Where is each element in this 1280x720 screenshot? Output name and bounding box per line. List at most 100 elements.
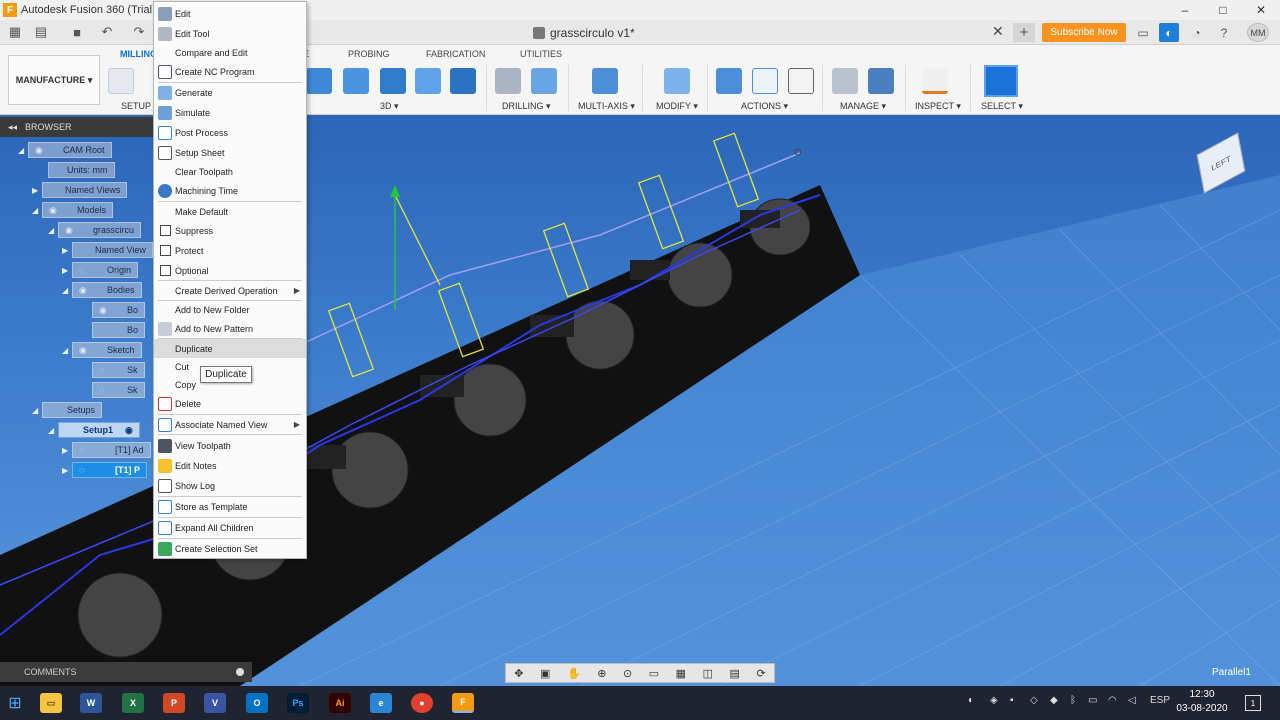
group-manage[interactable]: MANAGE ▾	[840, 101, 886, 112]
expand-arrow-icon[interactable]: ▶	[62, 446, 72, 455]
viewports-icon[interactable]: ◫	[703, 667, 713, 680]
menu-item-add-to-new-folder[interactable]: Add to New Folder	[154, 300, 306, 319]
tab-milling[interactable]: MILLING	[120, 49, 157, 59]
expand-arrow-icon[interactable]: ◢	[48, 426, 58, 435]
browser-header[interactable]: ◂◂ BROWSER	[0, 117, 160, 137]
language-indicator[interactable]: ESP	[1150, 695, 1170, 706]
setup-sheet-icon[interactable]	[788, 68, 814, 94]
parallel-icon[interactable]	[415, 68, 441, 94]
dropbox-icon[interactable]: ◆	[1050, 695, 1058, 706]
tree-item-setup1[interactable]: ◢ Setup1 ◉	[48, 421, 140, 439]
menu-item-expand-all-children[interactable]: Expand All Children	[154, 518, 306, 537]
volume-icon[interactable]: ◁	[1128, 695, 1136, 706]
battery-icon[interactable]: ▭	[1088, 695, 1097, 706]
expand-arrow-icon[interactable]: ▶	[32, 186, 42, 195]
menu-item-delete[interactable]: Delete	[154, 394, 306, 413]
document-tab[interactable]: grasscirculo v1*	[533, 23, 635, 43]
tree-item-sketches[interactable]: ◢ ◉ Sketch	[62, 341, 142, 359]
close-tab-icon[interactable]: ✕	[992, 23, 1004, 40]
optional-checkbox[interactable]	[160, 265, 171, 276]
scallop-icon[interactable]	[450, 68, 476, 94]
visio-icon[interactable]: V	[204, 693, 226, 713]
expand-arrow-icon[interactable]: ◢	[62, 346, 72, 355]
menu-item-optional[interactable]: Optional	[154, 261, 306, 280]
measure-icon[interactable]	[922, 68, 948, 94]
notifications-icon[interactable]: 1	[1245, 695, 1261, 711]
expand-arrow-icon[interactable]: ◢	[62, 286, 72, 295]
menu-item-edit-tool[interactable]: Edit Tool	[154, 24, 306, 43]
maximize-button[interactable]: □	[1204, 0, 1242, 20]
tab-utilities[interactable]: UTILITIES	[520, 49, 562, 59]
machine-library-icon[interactable]	[868, 68, 894, 94]
menu-item-add-to-new-pattern[interactable]: Add to New Pattern	[154, 319, 306, 338]
section-icon[interactable]: ▤	[730, 667, 740, 680]
refresh-icon[interactable]: ⟳	[756, 667, 765, 680]
menu-item-store-as-template[interactable]: Store as Template	[154, 497, 306, 516]
group-inspect[interactable]: INSPECT ▾	[915, 101, 961, 112]
undo-icon[interactable]: ↶	[98, 24, 116, 40]
menu-item-edit-notes[interactable]: Edit Notes	[154, 456, 306, 475]
eye-icon[interactable]: ◉	[49, 205, 63, 216]
word-icon[interactable]: W	[80, 693, 102, 713]
tree-item-sketch-2[interactable]: ◌ Sk	[92, 381, 145, 399]
user-avatar[interactable]: MM	[1247, 23, 1269, 42]
expand-arrow-icon[interactable]: ◢	[32, 406, 42, 415]
menu-item-view-toolpath[interactable]: View Toolpath	[154, 436, 306, 455]
tray-app-icon[interactable]: ◐	[968, 695, 974, 706]
security-icon[interactable]: ◇	[1030, 695, 1038, 706]
multi-axis-icon[interactable]	[592, 68, 618, 94]
eye-icon[interactable]: ◌	[79, 445, 93, 455]
zoom-icon[interactable]: ⊕	[597, 667, 606, 680]
zoom-window-icon[interactable]: ⊙	[623, 667, 632, 680]
menu-item-setup-sheet[interactable]: Setup Sheet	[154, 143, 306, 162]
adaptive-clearing-icon[interactable]	[306, 68, 332, 94]
menu-item-show-log[interactable]: Show Log	[154, 476, 306, 495]
grid-menu-icon[interactable]: ▦	[6, 24, 24, 40]
menu-item-create-selection-set[interactable]: Create Selection Set	[154, 539, 306, 558]
menu-item-clear-toolpath[interactable]: Clear Toolpath	[154, 162, 306, 181]
save-icon[interactable]: ■	[68, 24, 86, 40]
tool-library-icon[interactable]	[832, 68, 858, 94]
tab-fabrication[interactable]: FABRICATION	[426, 49, 485, 59]
collapse-browser-icon[interactable]: ◂◂	[8, 122, 17, 133]
group-3d[interactable]: 3D ▾	[380, 101, 399, 112]
close-window-button[interactable]: ✕	[1242, 0, 1280, 20]
comments-panel[interactable]: COMMENTS	[0, 662, 252, 682]
tree-item-units[interactable]: Units: mm	[48, 161, 115, 179]
tab-probing[interactable]: PROBING	[348, 49, 390, 59]
drill-icon[interactable]	[495, 68, 521, 94]
contour-icon[interactable]	[380, 68, 406, 94]
file-explorer-icon[interactable]: ▭	[40, 693, 62, 713]
menu-item-create-derived-operation[interactable]: Create Derived Operation ▶	[154, 281, 306, 300]
menu-item-post-process[interactable]: Post Process	[154, 123, 306, 142]
jobs-status-icon[interactable]: ◔	[1187, 23, 1207, 42]
group-multi-axis[interactable]: MULTI-AXIS ▾	[578, 101, 635, 112]
group-modify[interactable]: MODIFY ▾	[656, 101, 698, 112]
group-actions[interactable]: ACTIONS ▾	[741, 101, 788, 112]
expand-arrow-icon[interactable]: ◢	[48, 226, 58, 235]
setup-folder-icon[interactable]	[108, 68, 134, 94]
suppress-checkbox[interactable]	[160, 225, 171, 236]
internet-explorer-icon[interactable]: e	[370, 693, 392, 713]
fusion-taskbar-icon[interactable]: F	[452, 693, 474, 713]
eye-icon[interactable]: ◉	[65, 225, 79, 236]
menu-item-edit[interactable]: Edit	[154, 4, 306, 23]
eye-icon[interactable]: ◉	[79, 345, 93, 356]
group-drilling[interactable]: DRILLING ▾	[502, 101, 551, 112]
minimize-button[interactable]: –	[1166, 0, 1204, 20]
outlook-icon[interactable]: O	[246, 693, 268, 713]
photoshop-icon[interactable]: Ps	[287, 693, 309, 713]
subscribe-button[interactable]: Subscribe Now	[1042, 23, 1126, 42]
illustrator-icon[interactable]: Ai	[329, 693, 351, 713]
chrome-icon[interactable]: ●	[411, 693, 433, 713]
protect-checkbox[interactable]	[160, 245, 171, 256]
eye-icon[interactable]: ◌	[99, 385, 113, 395]
workspace-switcher[interactable]: MANUFACTURE ▾	[8, 55, 100, 105]
system-clock[interactable]: 12:30 03-08-2020	[1172, 688, 1232, 716]
menu-item-duplicate[interactable]: Duplicate	[154, 339, 306, 358]
eye-icon[interactable]: ◉	[79, 285, 93, 296]
menu-item-protect[interactable]: Protect	[154, 241, 306, 260]
bluetooth-icon[interactable]: ᛒ	[1070, 695, 1076, 706]
eye-icon[interactable]: ◌	[79, 265, 93, 275]
eye-icon[interactable]: ◉	[35, 145, 49, 156]
